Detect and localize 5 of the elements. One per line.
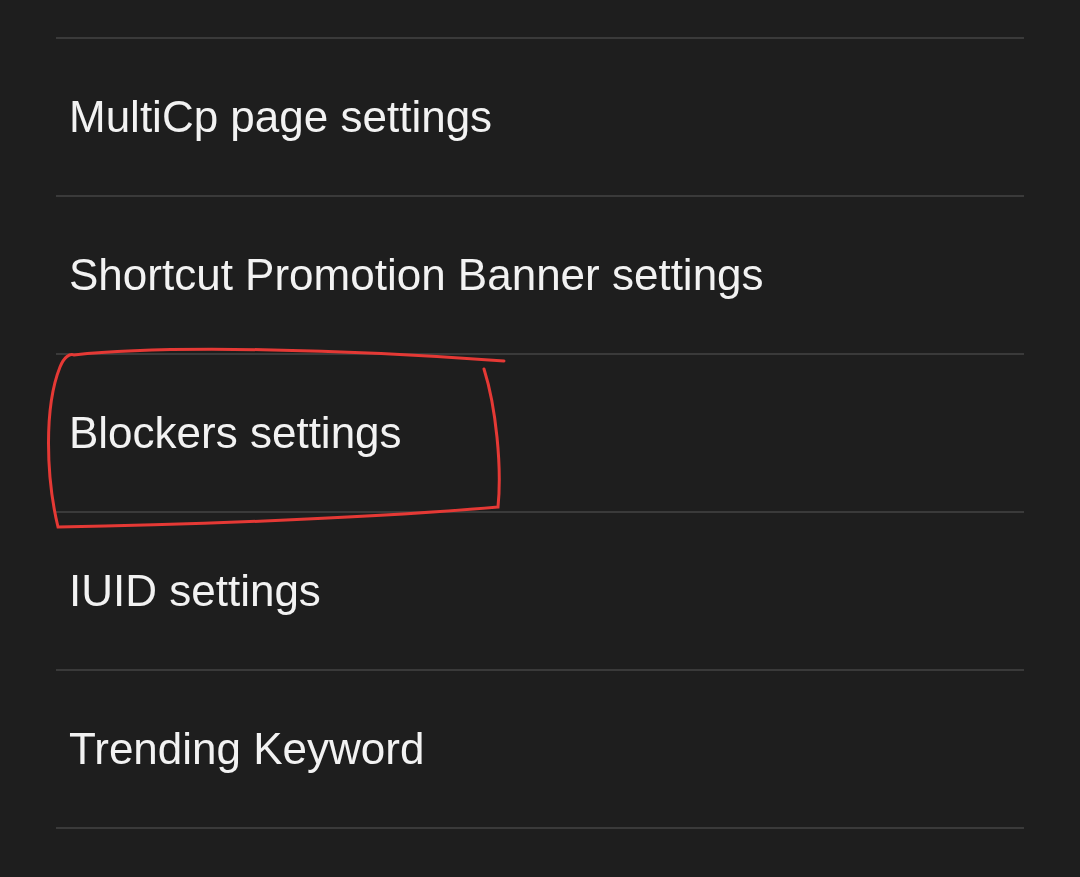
settings-item[interactable]: Blockers settings	[56, 355, 1024, 511]
settings-item[interactable]: IUID settings	[56, 513, 1024, 669]
settings-item[interactable]: Shortcut Promotion Banner settings	[56, 197, 1024, 353]
settings-item[interactable]: Trending Keyword	[56, 671, 1024, 827]
settings-item[interactable]: MultiCp page settings	[56, 39, 1024, 195]
